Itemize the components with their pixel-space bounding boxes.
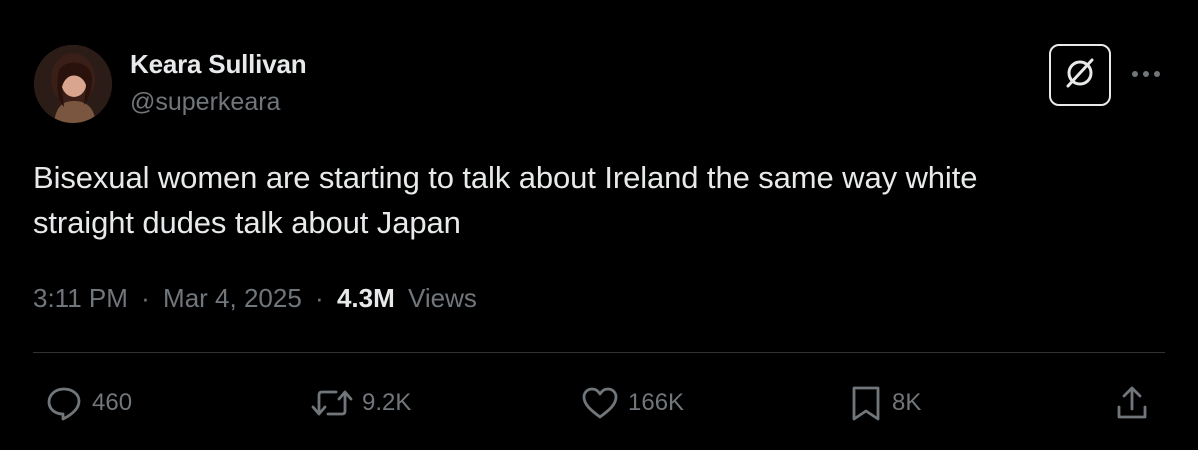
- views-count[interactable]: 4.3M: [337, 283, 395, 313]
- repost-button[interactable]: 9.2K: [310, 381, 411, 425]
- repost-icon: [310, 383, 354, 423]
- tweet-meta: 3:11 PM · Mar 4, 2025 · 4.3M Views: [33, 283, 477, 314]
- meta-separator: ·: [141, 283, 150, 313]
- share-button[interactable]: [1114, 381, 1150, 425]
- reply-icon: [44, 383, 84, 423]
- views-label: Views: [407, 283, 477, 313]
- author-name[interactable]: Keara Sullivan: [130, 49, 307, 80]
- divider: [33, 352, 1165, 353]
- like-count: 166K: [628, 389, 685, 416]
- grok-icon: [1062, 55, 1098, 96]
- tweet-text-line: Bisexual women are starting to talk abou…: [33, 160, 978, 195]
- bookmark-button[interactable]: 8K: [848, 381, 921, 425]
- reply-button[interactable]: 460: [44, 381, 132, 425]
- tweet-time[interactable]: 3:11 PM: [33, 283, 128, 313]
- tweet-date[interactable]: Mar 4, 2025: [163, 283, 302, 313]
- bookmark-count: 8K: [892, 389, 922, 416]
- avatar[interactable]: [34, 45, 112, 123]
- share-icon: [1114, 383, 1150, 423]
- author-handle[interactable]: @superkeara: [130, 88, 280, 117]
- tweet-text: Bisexual women are starting to talk abou…: [33, 155, 1143, 245]
- more-icon: [1130, 65, 1162, 83]
- like-button[interactable]: 166K: [580, 381, 684, 425]
- more-button[interactable]: [1128, 60, 1164, 88]
- tweet-text-line: straight dudes talk about Japan: [33, 205, 461, 240]
- reply-count: 460: [92, 389, 133, 416]
- repost-count: 9.2K: [362, 389, 412, 416]
- heart-icon: [580, 383, 620, 423]
- grok-button[interactable]: [1049, 44, 1111, 106]
- tweet: Keara Sullivan @superkeara Bisexual wome…: [0, 0, 1198, 450]
- bookmark-icon: [848, 383, 884, 423]
- meta-separator: ·: [315, 283, 324, 313]
